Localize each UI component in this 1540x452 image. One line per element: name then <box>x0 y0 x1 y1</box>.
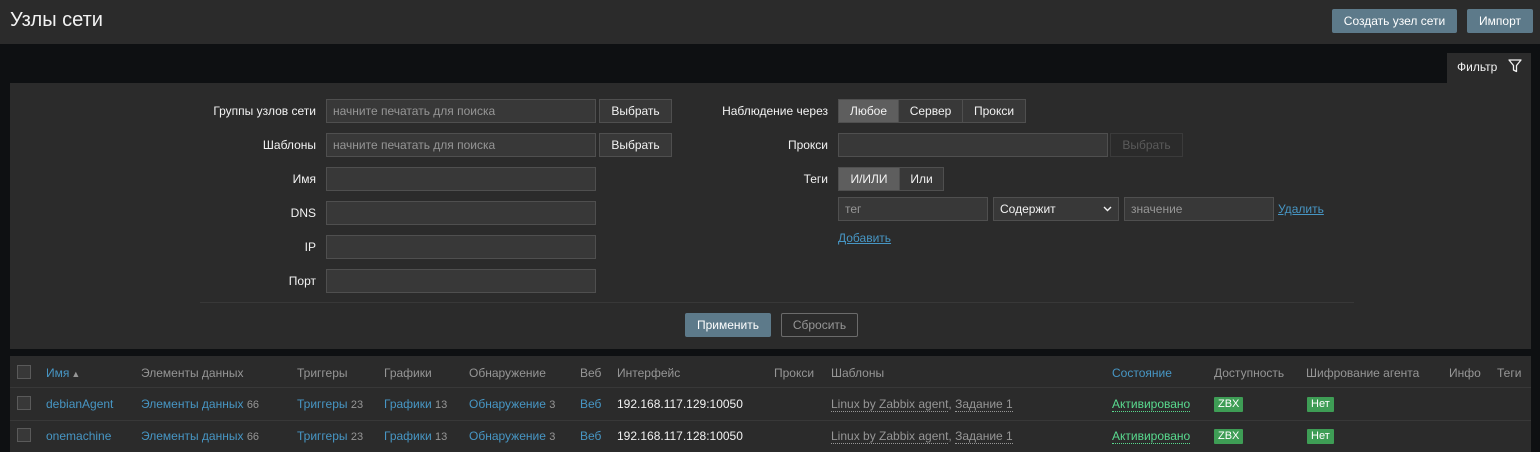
tags-label: Теги <box>803 172 828 186</box>
triggers-count: 23 <box>350 399 364 411</box>
template-link[interactable]: Задание 1 <box>955 397 1013 412</box>
proxy-input[interactable] <box>838 133 1108 157</box>
interface-value: 192.168.117.128:10050 <box>617 429 743 443</box>
row-checkbox[interactable] <box>17 396 31 410</box>
tag-operator-value: Содержит <box>1000 202 1056 216</box>
encryption-badge: Нет <box>1307 429 1334 444</box>
ip-input[interactable] <box>326 235 596 259</box>
filter-panel: Группы узлов сети начните печатать для п… <box>10 83 1531 349</box>
proxy-select-button: Выбрать <box>1110 133 1183 157</box>
graphs-link[interactable]: Графики <box>384 429 432 443</box>
availability-badge: ZBX <box>1214 397 1244 412</box>
column-availability-header: Доступность <box>1214 366 1285 380</box>
items-count: 66 <box>246 431 260 443</box>
tag-operator-select[interactable]: Содержит <box>993 197 1119 221</box>
template-separator: , <box>948 429 952 443</box>
row-checkbox[interactable] <box>17 428 31 442</box>
dns-label: DNS <box>290 206 316 220</box>
ip-label: IP <box>304 240 316 254</box>
templates-label: Шаблоны <box>262 138 316 152</box>
monitored-by-any[interactable]: Любое <box>838 99 899 123</box>
triggers-count: 23 <box>350 431 364 443</box>
import-button[interactable]: Импорт <box>1467 9 1533 33</box>
monitored-by-server[interactable]: Сервер <box>898 99 963 123</box>
create-host-button[interactable]: Создать узел сети <box>1332 9 1457 33</box>
port-label: Порт <box>288 274 316 288</box>
items-link[interactable]: Элементы данных <box>141 429 243 443</box>
name-label: Имя <box>292 172 316 186</box>
column-discovery-header: Обнаружение <box>469 366 546 380</box>
host-name-link[interactable]: debianAgent <box>46 397 113 411</box>
graphs-count: 13 <box>435 399 448 411</box>
column-web-header: Веб <box>580 366 602 380</box>
host-groups-label: Группы узлов сети <box>213 104 316 118</box>
column-triggers-header: Триггеры <box>297 366 348 380</box>
tag-value-input[interactable]: значение <box>1124 197 1274 221</box>
items-count: 66 <box>246 399 260 411</box>
monitored-by-segmented: Любое Сервер Прокси <box>838 99 1026 123</box>
discovery-count: 3 <box>549 431 556 443</box>
web-link[interactable]: Веб <box>580 429 601 443</box>
host-groups-input[interactable]: начните печатать для поиска <box>326 99 596 123</box>
availability-badge: ZBX <box>1214 429 1244 444</box>
hosts-table: Имя ▲ Элементы данных Триггеры Графики Об… <box>10 356 1531 452</box>
filter-icon <box>1508 59 1522 73</box>
column-items-header: Элементы данных <box>141 366 244 380</box>
tags-or[interactable]: Или <box>899 167 944 191</box>
status-toggle[interactable]: Активировано <box>1112 429 1191 444</box>
column-templates-header: Шаблоны <box>831 366 885 380</box>
items-link[interactable]: Элементы данных <box>141 397 243 411</box>
page-title: Узлы сети <box>10 9 103 31</box>
port-input[interactable] <box>326 269 596 293</box>
tag-add-link[interactable]: Добавить <box>838 231 891 245</box>
tags-and-or[interactable]: И/ИЛИ <box>838 167 900 191</box>
page-header: Узлы сети Создать узел сети Импорт <box>0 0 1540 44</box>
triggers-link[interactable]: Триггеры <box>297 429 348 443</box>
triggers-link[interactable]: Триггеры <box>297 397 348 411</box>
column-graphs-header: Графики <box>384 366 432 380</box>
graphs-count: 13 <box>435 431 448 443</box>
status-toggle[interactable]: Активировано <box>1112 397 1191 412</box>
templates-input[interactable]: начните печатать для поиска <box>326 133 596 157</box>
chevron-down-icon <box>1103 206 1112 212</box>
interface-value: 192.168.117.129:10050 <box>617 397 743 411</box>
template-link[interactable]: Linux by Zabbix agent <box>831 429 949 444</box>
discovery-count: 3 <box>549 399 556 411</box>
column-name-header[interactable]: Имя ▲ <box>46 366 80 380</box>
column-tags-header: Теги <box>1497 366 1522 380</box>
reset-button[interactable]: Сбросить <box>781 313 858 337</box>
template-separator: , <box>948 397 952 411</box>
host-name-link[interactable]: onemachine <box>46 429 111 443</box>
template-link[interactable]: Linux by Zabbix agent <box>831 397 949 412</box>
name-input[interactable] <box>326 167 596 191</box>
filter-divider <box>200 302 1354 303</box>
sort-asc-icon: ▲ <box>71 369 81 379</box>
column-status-header[interactable]: Состояние <box>1112 366 1172 380</box>
select-all-checkbox[interactable] <box>17 365 31 379</box>
proxy-label: Прокси <box>787 138 828 152</box>
tag-name-input[interactable]: тег <box>838 197 988 221</box>
header-divider <box>10 387 1531 388</box>
tag-remove-link[interactable]: Удалить <box>1278 202 1324 216</box>
filter-tab[interactable]: Фильтр <box>1447 53 1531 83</box>
graphs-link[interactable]: Графики <box>384 397 432 411</box>
column-encryption-header: Шифрование агента <box>1306 366 1420 380</box>
dns-input[interactable] <box>326 201 596 225</box>
discovery-link[interactable]: Обнаружение <box>469 429 546 443</box>
row-divider <box>10 420 1531 421</box>
column-proxy-header: Прокси <box>774 366 815 380</box>
web-link[interactable]: Веб <box>580 397 601 411</box>
templates-select-button[interactable]: Выбрать <box>599 133 672 157</box>
monitored-by-proxy[interactable]: Прокси <box>962 99 1026 123</box>
filter-tab-label: Фильтр <box>1457 60 1498 74</box>
template-link[interactable]: Задание 1 <box>955 429 1013 444</box>
column-info-header: Инфо <box>1449 366 1481 380</box>
column-interface-header: Интерфейс <box>617 366 681 380</box>
apply-button[interactable]: Применить <box>685 313 771 337</box>
monitored-by-label: Наблюдение через <box>722 104 828 118</box>
encryption-badge: Нет <box>1307 397 1334 412</box>
tags-operator-segmented: И/ИЛИ Или <box>838 167 944 191</box>
host-groups-select-button[interactable]: Выбрать <box>599 99 672 123</box>
discovery-link[interactable]: Обнаружение <box>469 397 546 411</box>
